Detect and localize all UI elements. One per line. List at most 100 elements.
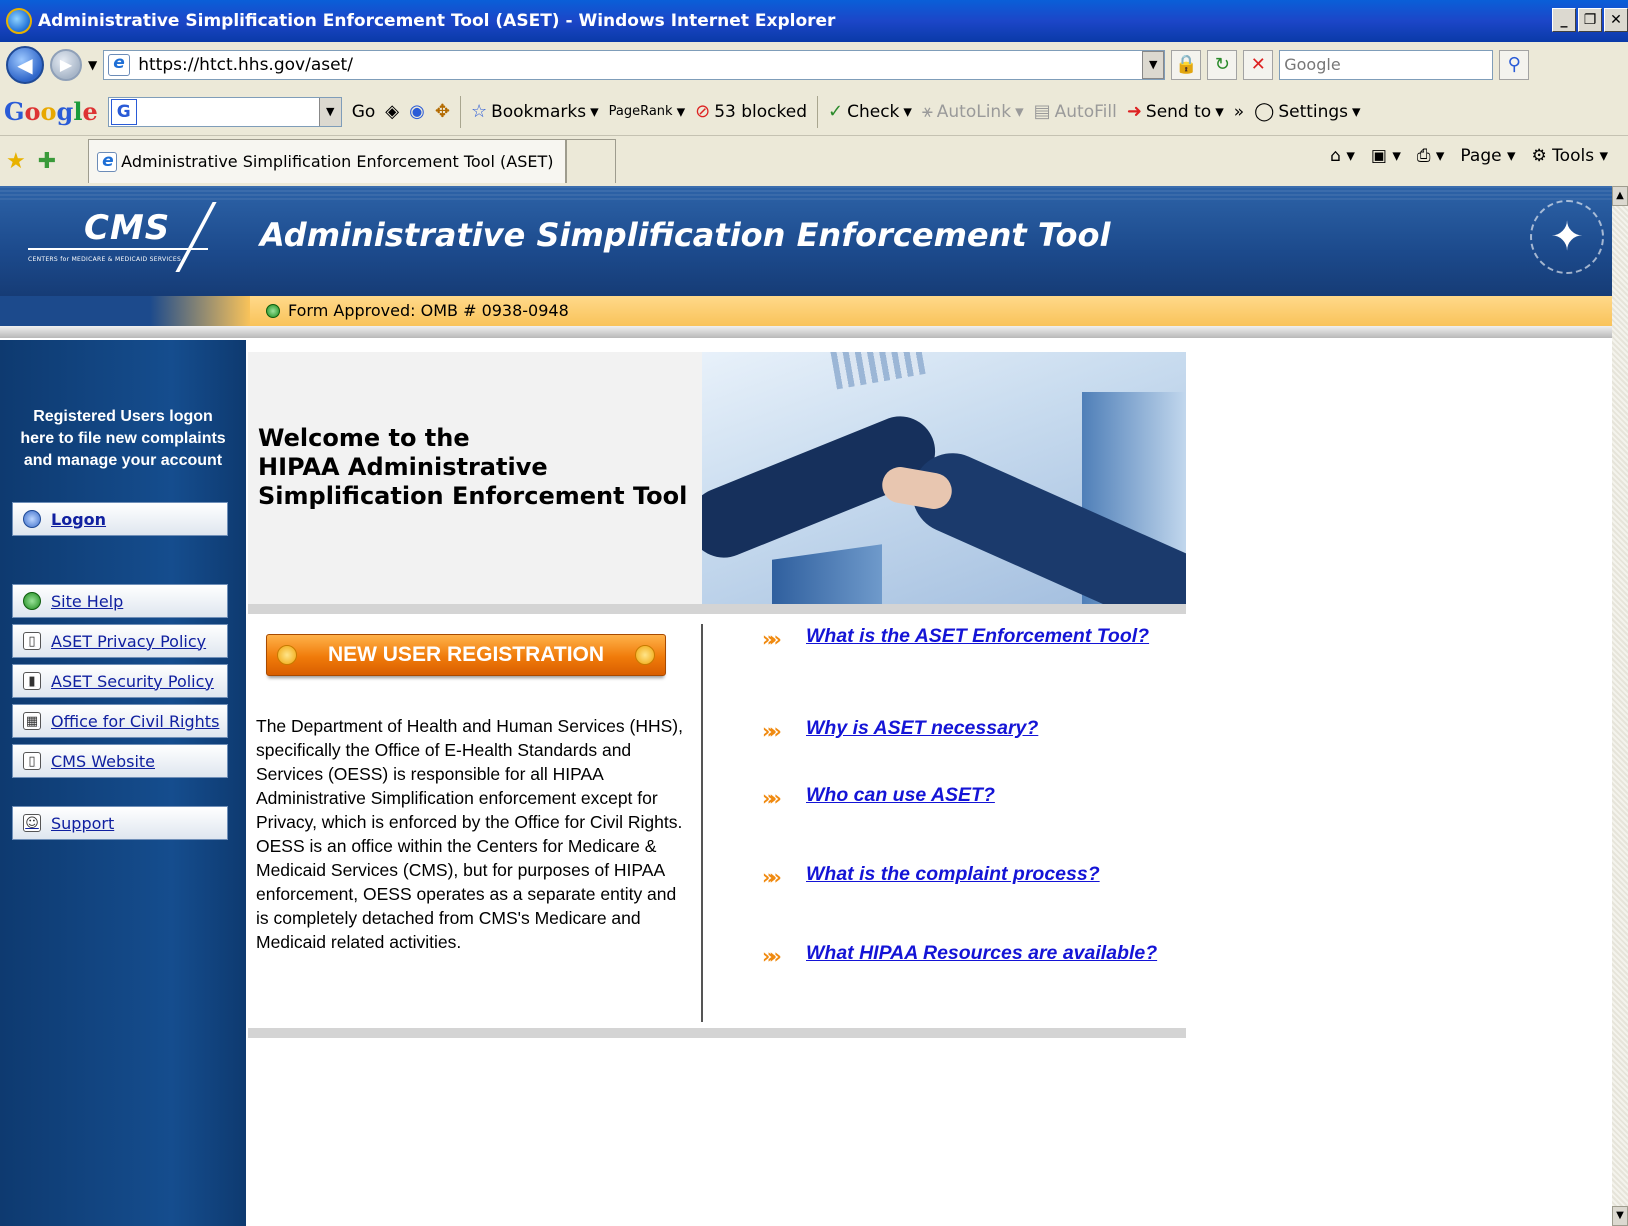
search-icon[interactable]: ⚲ (1499, 50, 1530, 80)
wand-icon: ⚹ (921, 101, 933, 122)
new-user-registration-button[interactable]: NEW USER REGISTRATION (266, 634, 666, 676)
separator (459, 95, 461, 128)
faq-link[interactable]: Why is ASET necessary? (806, 716, 1166, 740)
faq-link[interactable]: What is the ASET Enforcement Tool? (806, 624, 1166, 648)
document-icon: ▯ (23, 752, 41, 770)
spellcheck-button[interactable]: ✓ Check ▾ (828, 101, 912, 122)
refresh-icon[interactable]: ↻ (1207, 50, 1238, 80)
google-search-input[interactable]: G ▼ (107, 96, 342, 127)
sidebar-intro: Registered Users logon here to file new … (0, 406, 246, 472)
tools-menu[interactable]: ⚙ Tools ▾ (1532, 146, 1608, 166)
scroll-up-icon[interactable]: ▲ (1612, 186, 1628, 206)
faq-item: »» What HIPAA Resources are available? (762, 941, 1166, 967)
settings-button[interactable]: ◯ Settings ▾ (1254, 101, 1360, 122)
command-bar: ⌂ ▾ ▣ ▾ ⎙ ▾ Page ▾ ⚙ Tools ▾ (1330, 146, 1608, 166)
send-icon: ➜ (1126, 101, 1142, 122)
faq-link[interactable]: What is the complaint process? (806, 862, 1166, 886)
globe-icon[interactable]: ◉ (409, 101, 425, 122)
vertical-scrollbar[interactable]: ▲ ▼ (1612, 186, 1628, 1226)
faq-item: »» What is the ASET Enforcement Tool? (762, 624, 1166, 650)
tab-active[interactable]: Administrative Simplification Enforcemen… (88, 139, 567, 183)
handshake-photo (702, 352, 1186, 604)
sidebar-item-site-help[interactable]: Site Help (12, 584, 228, 618)
window-controls: _ ❐ ✕ (1552, 8, 1628, 32)
popup-blocker[interactable]: ⊘ 53 blocked (695, 101, 807, 122)
column-divider (701, 624, 703, 1022)
double-arrow-icon: »» (762, 719, 782, 743)
sidebar: Registered Users logon here to file new … (0, 340, 246, 1226)
more-button[interactable]: » (1234, 102, 1244, 122)
lock-icon[interactable]: 🔒 (1171, 50, 1202, 80)
puzzle-icon[interactable]: ✥ (435, 101, 450, 122)
back-button[interactable]: ◀ (6, 46, 44, 84)
forward-button[interactable]: ▶ (50, 49, 82, 81)
feeds-icon[interactable]: ▣ ▾ (1371, 146, 1401, 166)
sendto-button[interactable]: ➜ Send to ▾ (1127, 101, 1224, 122)
sidebar-item-privacy-policy[interactable]: ▯ ASET Privacy Policy (12, 624, 228, 658)
button-knob-icon (277, 645, 297, 665)
separator (817, 95, 819, 128)
faq-link[interactable]: What HIPAA Resources are available? (806, 941, 1166, 965)
check-icon: ✓ (828, 101, 844, 122)
photo-building (772, 544, 882, 604)
google-g-icon: G (110, 98, 137, 125)
lock-document-icon: ▮ (23, 672, 41, 690)
sidebar-item-cms-website[interactable]: ▯ CMS Website (12, 744, 228, 778)
stop-icon[interactable]: ✕ (1243, 50, 1274, 80)
print-icon[interactable]: ⎙ ▾ (1417, 146, 1445, 166)
description-text: The Department of Health and Human Servi… (256, 716, 683, 952)
autofill-button[interactable]: ▤ AutoFill (1034, 101, 1117, 122)
go-button[interactable]: Go (352, 102, 376, 122)
pagerank-indicator[interactable]: PageRank ▾ (609, 102, 686, 122)
close-button[interactable]: ✕ (1604, 8, 1628, 32)
registration-label: NEW USER REGISTRATION (327, 643, 605, 666)
photo-building (828, 352, 926, 390)
search-input[interactable]: Google (1279, 50, 1494, 80)
cms-logo[interactable]: CMS CENTERS for MEDICARE & MEDICAID SERV… (28, 202, 218, 278)
double-arrow-icon: »» (762, 786, 782, 810)
sidebar-item-support[interactable]: ☺ Support (12, 806, 228, 840)
hhs-seal-icon: ✦ (1530, 200, 1604, 274)
history-dropdown-icon[interactable]: ▼ (88, 58, 97, 72)
page-viewport: CMS CENTERS for MEDICARE & MEDICAID SERV… (0, 186, 1612, 1226)
google-toolbar: Google G ▼ Go ◈ ◉ ✥ ☆ Bookmarks ▾ PageRan… (0, 88, 1628, 136)
document-icon: ▯ (23, 632, 41, 650)
page-menu[interactable]: Page ▾ (1460, 146, 1515, 166)
minimize-button[interactable]: _ (1552, 8, 1576, 32)
add-favorites-icon[interactable]: ✚ (38, 149, 56, 174)
sidebar-item-civil-rights[interactable]: ▦ Office for Civil Rights (12, 704, 228, 738)
welcome-line: HIPAA Administrative (258, 453, 548, 481)
address-toolbar: ◀ ▶ ▼ https://htct.hhs.gov/aset/ ▼ 🔒 ↻ ✕… (0, 42, 1628, 88)
site-banner: CMS CENTERS for MEDICARE & MEDICAID SERV… (0, 186, 1612, 296)
site-title: Administrative Simplification Enforcemen… (260, 216, 1111, 254)
bookmarks-button[interactable]: ☆ Bookmarks ▾ (471, 101, 599, 122)
double-arrow-icon: »» (762, 627, 782, 651)
banner-stripe (0, 186, 1612, 200)
sidebar-intro-line: Registered Users logon (33, 408, 213, 425)
faq-link[interactable]: Who can use ASET? (806, 783, 1166, 807)
sidebar-item-security-policy[interactable]: ▮ ASET Security Policy (12, 664, 228, 698)
favorites-star-icon[interactable]: ★ (6, 149, 26, 174)
welcome-panel: Welcome to the HIPAA Administrative Simp… (248, 352, 702, 604)
maximize-button[interactable]: ❐ (1578, 8, 1602, 32)
logon-button[interactable]: Logon (12, 502, 228, 536)
building-icon: ▦ (23, 712, 41, 730)
autolink-button[interactable]: ⚹ AutoLink ▾ (922, 101, 1024, 122)
sidebar-intro-line: here to file new complaints (20, 430, 226, 447)
new-tab-button[interactable] (566, 139, 617, 183)
toolbar-icon[interactable]: ◈ (385, 101, 399, 122)
address-dropdown-icon[interactable]: ▼ (1142, 51, 1165, 79)
window-title: Administrative Simplification Enforcemen… (38, 11, 836, 31)
google-search-dropdown-icon[interactable]: ▼ (318, 97, 341, 126)
logon-icon (23, 510, 41, 528)
welcome-heading: Welcome to the HIPAA Administrative Simp… (258, 424, 687, 511)
sidebar-item-label: CMS Website (51, 751, 155, 771)
address-input[interactable]: https://htct.hhs.gov/aset/ ▼ (103, 50, 1166, 80)
ie-logo-icon (6, 8, 32, 34)
scroll-down-icon[interactable]: ▼ (1612, 1206, 1628, 1226)
sidebar-item-label: Site Help (51, 591, 124, 611)
sidebar-item-label: ASET Security Policy (51, 671, 214, 691)
sidebar-item-label: ASET Privacy Policy (51, 631, 207, 651)
home-icon[interactable]: ⌂ ▾ (1330, 146, 1355, 166)
double-arrow-icon: »» (762, 944, 782, 968)
